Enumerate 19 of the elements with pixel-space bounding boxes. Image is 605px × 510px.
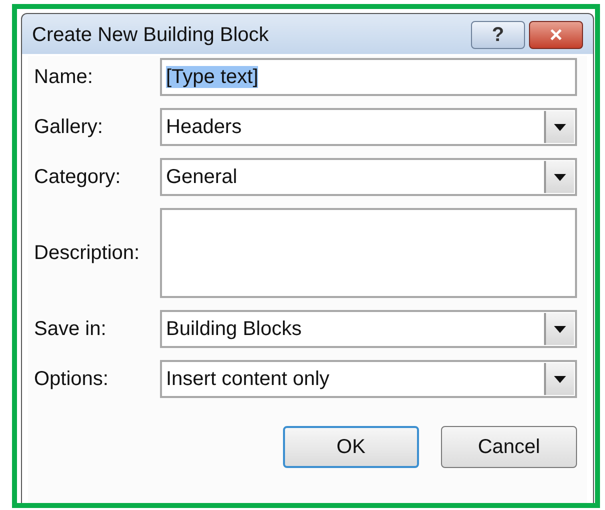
field-label: Save in: (34, 318, 108, 340)
field-label: Name: (34, 66, 94, 88)
field-label: Category: (34, 166, 122, 188)
help-button[interactable]: ? (471, 21, 525, 49)
dropdown-arrow-icon[interactable] (554, 174, 566, 180)
dropdown-field[interactable]: Headers (160, 108, 577, 146)
dropdown-arrow-icon[interactable] (554, 376, 566, 382)
field-label: Gallery: (34, 116, 104, 138)
window-title: Create New Building Block (32, 24, 270, 46)
input-field[interactable]: [Type text] (160, 58, 577, 96)
field-label: Options: (34, 368, 110, 390)
ok-button[interactable]: OK (283, 426, 419, 468)
dropdown-arrow-icon[interactable] (554, 326, 566, 332)
dropdown-field[interactable]: General (160, 158, 577, 196)
dropdown-field[interactable]: Building Blocks (160, 310, 577, 348)
field-label: Description: (34, 242, 141, 264)
dropdown-arrow-icon[interactable] (554, 124, 566, 130)
cancel-button[interactable]: Cancel (441, 426, 577, 468)
dropdown-field[interactable]: Insert content only (160, 360, 577, 398)
